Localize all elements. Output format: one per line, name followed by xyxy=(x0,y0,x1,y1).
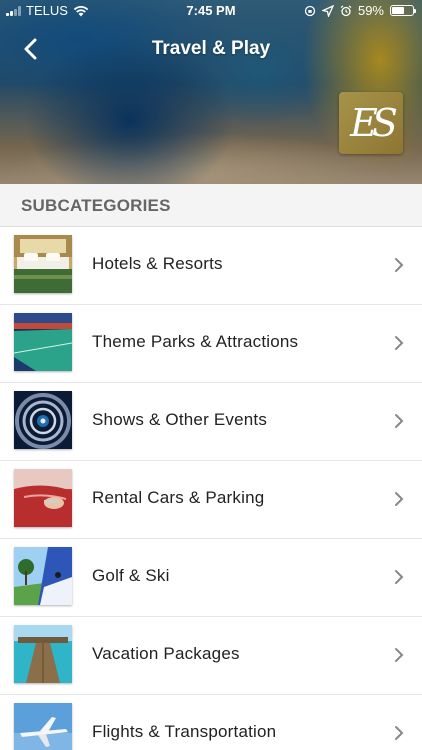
chevron-right-icon xyxy=(395,258,404,272)
spiral-staircase-thumbnail xyxy=(14,391,72,449)
chevron-right-icon xyxy=(395,414,404,428)
list-item-label: Vacation Packages xyxy=(92,644,240,663)
location-icon xyxy=(321,4,334,17)
list-item-golf-ski[interactable]: Golf & Ski xyxy=(0,539,422,617)
status-right: 59% xyxy=(304,3,416,18)
list-item-theme-parks[interactable]: Theme Parks & Attractions xyxy=(0,305,422,383)
chevron-right-icon xyxy=(395,570,404,584)
list-item-label: Flights & Transportation xyxy=(92,722,277,741)
chevron-right-icon xyxy=(395,726,404,740)
subcategory-list: Hotels & Resorts Theme Parks & Attractio… xyxy=(0,227,422,750)
brand-logo: ES xyxy=(339,92,403,154)
list-item-flights[interactable]: Flights & Transportation xyxy=(0,695,422,750)
page-title: Travel & Play xyxy=(151,38,271,59)
battery-fill xyxy=(392,7,404,14)
list-item-rental-cars[interactable]: Rental Cars & Parking xyxy=(0,461,422,539)
chevron-right-icon xyxy=(395,648,404,662)
pier-thumbnail xyxy=(14,625,72,683)
list-item-label: Hotels & Resorts xyxy=(92,254,223,273)
list-item-hotels-resorts[interactable]: Hotels & Resorts xyxy=(0,227,422,305)
chevron-right-icon xyxy=(395,336,404,350)
section-header: SUBCATEGORIES xyxy=(0,184,422,227)
list-item-vacation-packages[interactable]: Vacation Packages xyxy=(0,617,422,695)
section-title: SUBCATEGORIES xyxy=(21,196,171,215)
logo-text: ES xyxy=(350,101,398,145)
status-bar: TELUS 7:45 PM 59% xyxy=(0,0,422,22)
golf-ski-thumbnail xyxy=(14,547,72,605)
arena-thumbnail xyxy=(14,313,72,371)
chevron-right-icon xyxy=(395,492,404,506)
battery-percent: 59% xyxy=(357,3,384,18)
battery-icon xyxy=(390,5,416,16)
alarm-icon xyxy=(340,5,352,16)
list-item-shows-events[interactable]: Shows & Other Events xyxy=(0,383,422,461)
airplane-thumbnail xyxy=(14,703,72,750)
list-item-label: Golf & Ski xyxy=(92,566,170,585)
hotel-room-thumbnail xyxy=(14,235,72,293)
list-item-label: Shows & Other Events xyxy=(92,410,268,429)
list-item-label: Theme Parks & Attractions xyxy=(92,332,299,351)
list-item-label: Rental Cars & Parking xyxy=(92,488,265,507)
orientation-lock-icon xyxy=(304,5,316,16)
car-door-thumbnail xyxy=(14,469,72,527)
